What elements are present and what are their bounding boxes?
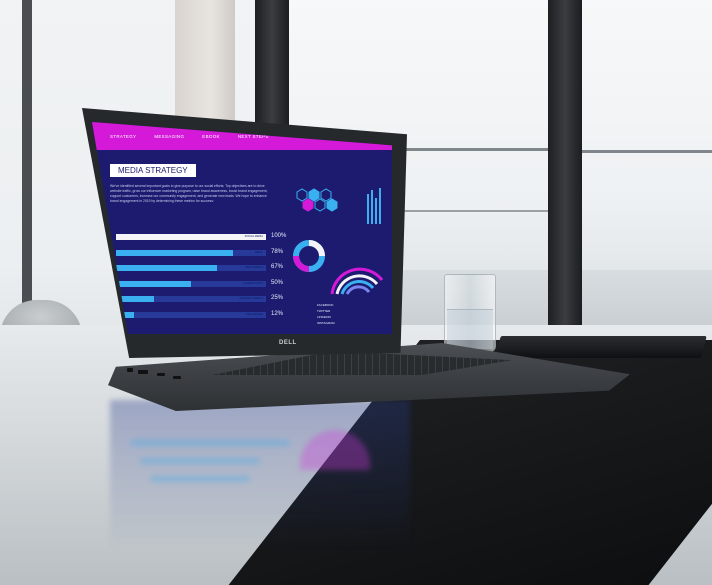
bar-label: EMAIL — [255, 250, 263, 254]
hexagon-pattern — [296, 188, 338, 212]
usb-port — [127, 368, 133, 372]
bar-row: GUIDED POSTS 50% — [116, 279, 286, 288]
menu-item-strategy: STRATEGY — [110, 134, 137, 139]
bar-fill — [116, 280, 191, 287]
bar-fill — [116, 265, 217, 271]
bar-label: ORGANIC SEARCH — [239, 297, 263, 300]
chart-legend: FACEBOOK TWITTER LINKEDIN INSTAGRAM — [317, 303, 335, 325]
vertical-bars — [367, 188, 381, 224]
bar-row: ORGANIC SEARCH 25% — [116, 295, 286, 303]
bar-percent: 67% — [271, 264, 284, 270]
bar-percent: 78% — [271, 248, 284, 255]
bar-list: SOCIAL MEDIA 100% EMAIL 78% PAID SEARCH … — [116, 233, 287, 327]
window-frame-right — [548, 0, 582, 330]
usb-port — [173, 376, 181, 379]
legend-twitter: TWITTER — [317, 309, 331, 313]
bar-fill — [116, 234, 266, 240]
donut-chart — [293, 240, 325, 272]
radial-arc-chart — [330, 267, 384, 295]
bar-label: GUIDED POSTS — [243, 281, 263, 285]
water-glass — [444, 274, 496, 352]
window-rail — [582, 150, 712, 153]
window-frame-left — [22, 0, 32, 330]
infographic: FACEBOOK TWITTER LINKEDIN INSTAGRAM — [293, 188, 384, 325]
screen-reflection — [110, 400, 410, 550]
legend-facebook: FACEBOOK — [317, 303, 334, 307]
menu-item-messaging: MESSAGING — [154, 134, 185, 139]
menu-item-ebook: EBOOK — [202, 134, 220, 139]
strategy-paragraph: We've identified several important goals… — [110, 184, 268, 203]
bar-percent: 25% — [271, 295, 284, 301]
photo-scene: STRATEGY MESSAGING EBOOK NEXT STEPS MEDI… — [0, 0, 712, 585]
bar-label: INFLUENCER — [246, 312, 263, 316]
usb-c-port — [157, 373, 165, 376]
bar-percent: 100% — [271, 233, 287, 239]
hdmi-port — [138, 370, 148, 374]
bar-fill — [116, 249, 233, 256]
bar-label: PAID SEARCH — [245, 266, 263, 269]
panel-title: MEDIA STRATEGY — [110, 164, 196, 177]
water — [447, 309, 493, 349]
legend-instagram: INSTAGRAM — [317, 321, 335, 325]
bar-percent: 50% — [271, 279, 284, 286]
bar-label: SOCIAL MEDIA — [244, 235, 263, 238]
bar-row: INFLUENCER 12% — [116, 310, 286, 319]
bar-row: SOCIAL MEDIA 100% — [116, 233, 287, 241]
bar-row: EMAIL 78% — [116, 248, 286, 257]
tablet-device — [495, 336, 707, 358]
bar-row: PAID SEARCH 67% — [116, 264, 286, 272]
dell-logo: DELL — [279, 340, 297, 346]
window-rail — [400, 210, 548, 212]
bar-percent: 12% — [271, 310, 284, 317]
laptop-screen: STRATEGY MESSAGING EBOOK NEXT STEPS MEDI… — [92, 122, 392, 334]
legend-linkedin: LINKEDIN — [317, 315, 331, 319]
